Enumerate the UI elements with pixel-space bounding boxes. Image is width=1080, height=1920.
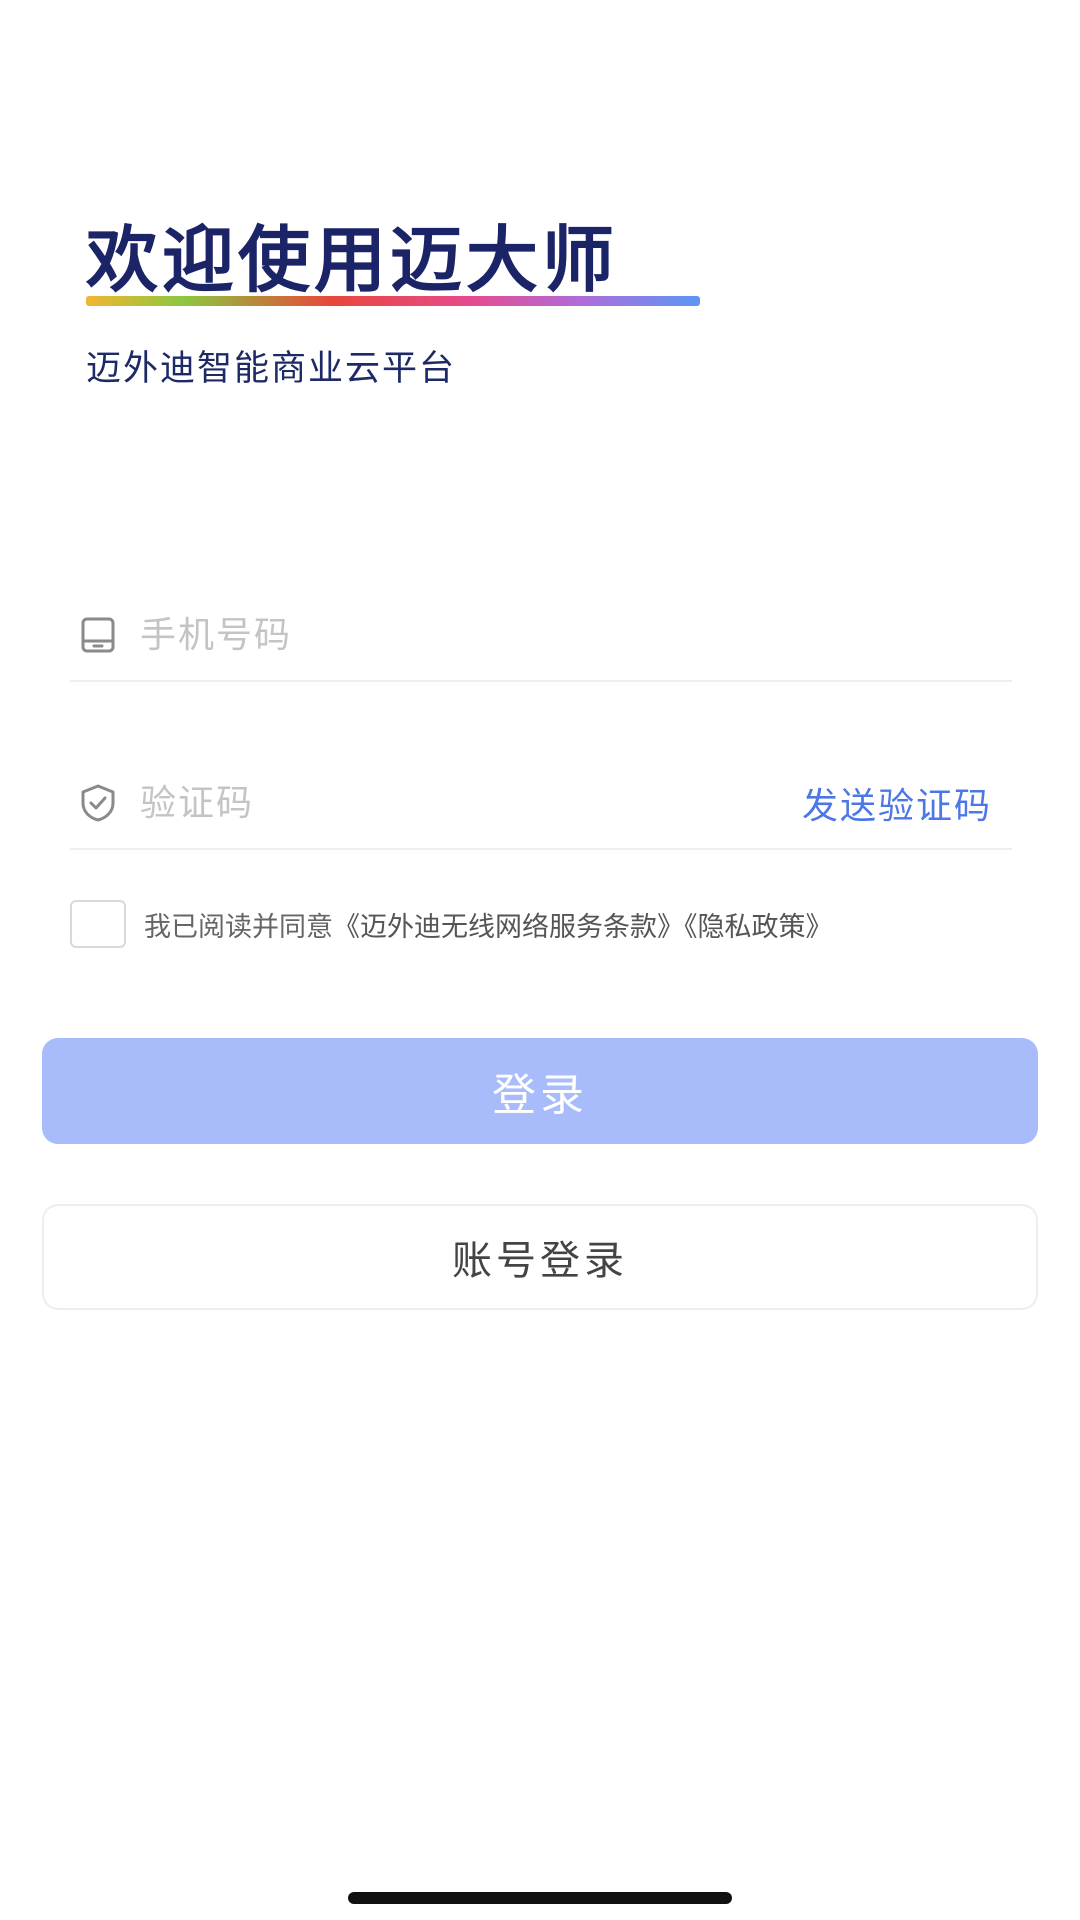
agreement-checkbox[interactable] [70,900,126,948]
login-button[interactable]: 登录 [42,1038,1038,1144]
shield-check-icon [76,781,120,825]
agreement-row: 我已阅读并同意《迈外迪无线网络服务条款》《隐私政策》 [70,900,1030,948]
page-title: 欢迎使用迈大师 [86,218,619,302]
privacy-link[interactable]: 《隐私政策》 [684,912,833,943]
account-login-button[interactable]: 账号登录 [42,1204,1038,1310]
login-page: 欢迎使用迈大师 迈外迪智能商业云平台 发送验证码 我已阅读并同意《迈外迪无线网络… [0,0,1080,1920]
code-row: 发送验证码 [70,758,1012,850]
phone-input[interactable] [140,614,1012,656]
agreement-prefix: 我已阅读并同意 [144,911,333,943]
verification-code-input[interactable] [140,782,802,824]
terms-link[interactable]: 《迈外迪无线网络服务条款》 [333,912,684,943]
phone-row [70,590,1012,682]
agreement-text: 我已阅读并同意《迈外迪无线网络服务条款》《隐私政策》 [144,905,833,944]
tablet-icon [76,613,120,657]
home-indicator[interactable] [348,1892,732,1904]
send-code-button[interactable]: 发送验证码 [802,777,992,829]
page-subtitle: 迈外迪智能商业云平台 [86,349,457,389]
title-block: 欢迎使用迈大师 [86,218,700,306]
